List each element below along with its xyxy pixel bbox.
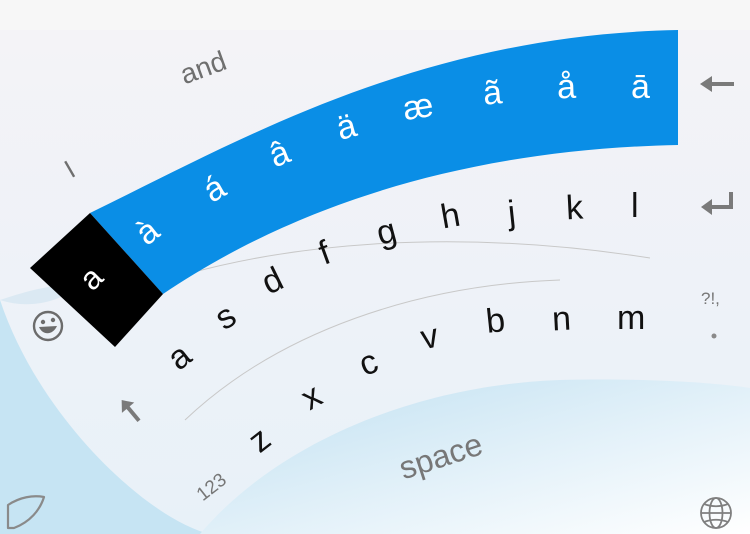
punctuation-key-label: ?!, — [701, 289, 720, 308]
keyboard-stage: I and a à á â ä æ ã å ā l k j h g f d a … — [0, 0, 750, 534]
key-n[interactable]: n — [551, 299, 572, 339]
accent-key-a-ring[interactable]: å — [556, 67, 577, 107]
period-key[interactable] — [711, 333, 717, 339]
accent-key-label: ã — [481, 73, 504, 113]
key-m[interactable]: m — [617, 301, 645, 335]
accent-key-label: å — [556, 67, 577, 107]
accent-key-label: æ — [400, 85, 437, 129]
key-label: b — [484, 301, 507, 341]
key-label: n — [551, 299, 572, 339]
key-b[interactable]: b — [484, 301, 507, 341]
punctuation-key[interactable]: ?!, — [701, 290, 720, 307]
top-strip — [0, 0, 750, 30]
key-label: l — [631, 187, 639, 225]
key-label: k — [565, 188, 584, 228]
accent-key-a-macron[interactable]: ā — [631, 70, 650, 104]
key-l[interactable]: l — [631, 189, 639, 223]
key-k[interactable]: k — [565, 188, 584, 228]
accent-key-label: ā — [631, 68, 650, 106]
accent-key-a-tilde[interactable]: ã — [481, 73, 504, 113]
key-label: m — [617, 299, 646, 337]
accent-key-ae[interactable]: æ — [400, 85, 437, 129]
